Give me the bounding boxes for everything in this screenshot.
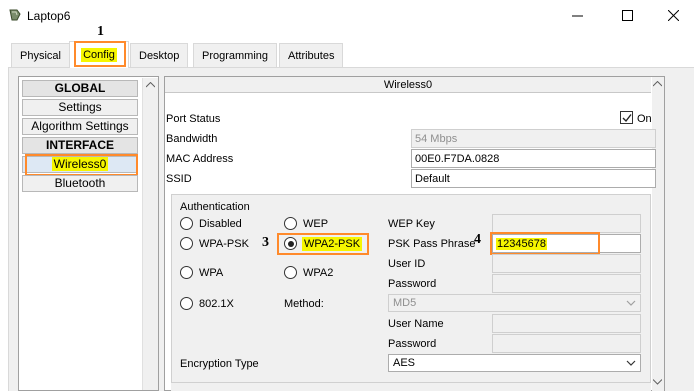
mac-address-label: MAC Address: [166, 153, 234, 165]
chevron-down-icon: [626, 360, 636, 366]
user-id-field: [492, 254, 641, 273]
bandwidth-label: Bandwidth: [166, 133, 218, 145]
radio-disabled[interactable]: [180, 217, 193, 230]
password2-label: Password: [388, 338, 437, 350]
tab-desktop[interactable]: Desktop: [130, 43, 189, 67]
tab-physical[interactable]: Physical: [11, 43, 70, 67]
method-select: MD5: [388, 294, 641, 312]
user-id-label: User ID: [388, 258, 426, 270]
radio-wpa-psk[interactable]: [180, 237, 193, 250]
step3-highlight: [277, 233, 369, 255]
port-status-label: Port Status: [166, 113, 221, 125]
sidebar-header-interface: INTERFACE: [22, 137, 138, 154]
radio-disabled-label: Disabled: [199, 218, 242, 230]
radio-wpa2-label: WPA2: [303, 267, 334, 279]
tab-programming[interactable]: Programming: [193, 43, 278, 67]
step2-highlight: [25, 154, 138, 176]
sidebar-item-bluetooth[interactable]: Bluetooth: [22, 175, 138, 192]
step1-highlight: [74, 41, 126, 67]
user-name-label: User Name: [388, 318, 444, 330]
window-title: Laptop6: [27, 9, 71, 23]
checkmark-icon: [622, 114, 632, 123]
method-label: Method:: [284, 298, 324, 310]
radio-wpa2[interactable]: [284, 266, 297, 279]
ssid-label: SSID: [166, 173, 192, 185]
next-group-edge: [171, 382, 651, 391]
close-icon: [667, 9, 679, 21]
radio-wpa-psk-label: WPA-PSK: [199, 238, 249, 250]
step-1-marker: 1: [97, 24, 104, 39]
wep-key-field: [492, 214, 641, 233]
panel-title: Wireless0: [165, 77, 651, 93]
method-select-value: MD5: [393, 297, 417, 309]
port-status-on-label: On: [637, 113, 652, 125]
password-label: Password: [388, 278, 437, 290]
scroll-down-icon: [653, 379, 662, 385]
radio-802-1x[interactable]: [180, 297, 193, 310]
chevron-down-icon: [626, 300, 636, 306]
authentication-title: Authentication: [180, 201, 250, 213]
minimize-button[interactable]: [554, 0, 600, 30]
psk-pass-phrase-label: PSK Pass Phrase: [388, 238, 476, 250]
laptop-app-icon: [9, 9, 21, 21]
encryption-type-label: Encryption Type: [180, 358, 259, 370]
close-button[interactable]: [650, 0, 694, 30]
password-field: [492, 274, 641, 293]
panel-scrollbar[interactable]: [652, 77, 664, 391]
radio-wep[interactable]: [284, 217, 297, 230]
scroll-up-icon: [146, 82, 155, 88]
ssid-field[interactable]: Default: [411, 169, 656, 188]
mac-address-field[interactable]: 00E0.F7DA.0828: [411, 149, 656, 168]
encryption-type-select[interactable]: AES: [388, 354, 641, 372]
step4-highlight: [490, 232, 600, 255]
step-3-marker: 3: [262, 235, 269, 250]
radio-wep-label: WEP: [303, 218, 329, 230]
minimize-icon: [571, 15, 583, 16]
sidebar-scrollbar[interactable]: [142, 78, 158, 390]
sidebar-item-settings[interactable]: Settings: [22, 99, 138, 116]
scroll-up-icon: [653, 81, 662, 87]
encryption-type-value: AES: [393, 357, 416, 369]
radio-wpa-label: WPA: [199, 267, 224, 279]
maximize-icon: [621, 9, 633, 21]
radio-802-1x-label: 802.1X: [199, 298, 234, 310]
user-name-field: [492, 314, 641, 333]
maximize-button[interactable]: [604, 0, 650, 30]
port-status-checkbox[interactable]: [620, 111, 633, 124]
wep-key-label: WEP Key: [388, 218, 435, 230]
password2-field: [492, 334, 641, 353]
sidebar-header-global: GLOBAL: [22, 80, 138, 97]
sidebar-item-algorithm-settings[interactable]: Algorithm Settings: [22, 118, 138, 135]
bandwidth-field: 54 Mbps: [411, 129, 656, 148]
step-4-marker: 4: [474, 232, 481, 247]
tab-attributes[interactable]: Attributes: [279, 43, 344, 67]
radio-wpa[interactable]: [180, 266, 193, 279]
